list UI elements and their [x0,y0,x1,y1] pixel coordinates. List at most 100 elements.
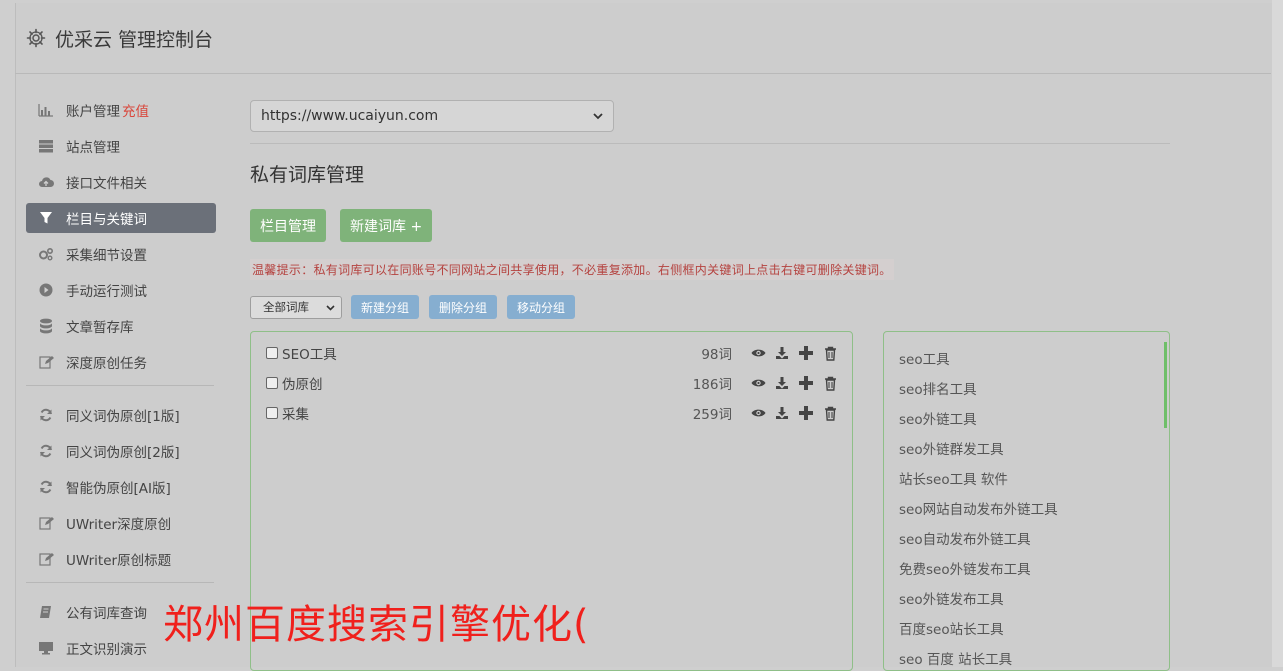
library-row: 采集 259词 [266,402,838,424]
library-name[interactable]: 采集 [282,403,693,423]
sidebar-item-label: 账户管理 [66,104,120,120]
plus-icon[interactable] [798,345,814,361]
sidebar-item-label: UWriter深度原创 [66,517,172,533]
refresh-icon [38,479,54,495]
trash-icon[interactable] [822,345,838,361]
library-row: 伪原创 186词 [266,372,838,394]
eye-icon[interactable] [750,375,766,391]
sidebar-item-label: 栏目与关键词 [66,212,147,228]
download-icon[interactable] [774,375,790,391]
keyword-item[interactable]: seo自动发布外链工具 [899,528,1031,548]
monitor-icon [38,640,54,656]
sidebar-item-deep-original[interactable]: 深度原创任务 [26,347,216,377]
sidebar-item-article-storage[interactable]: 文章暂存库 [26,311,216,341]
keyword-item[interactable]: seo外链工具 [899,408,977,428]
sidebar-item-uwriter-title[interactable]: UWriter原创标题 [26,544,216,574]
column-manage-button[interactable]: 栏目管理 [250,209,326,242]
delete-group-button[interactable]: 删除分组 [429,295,498,319]
refresh-icon [38,407,54,423]
eye-icon[interactable] [750,405,766,421]
window-scrollbar[interactable] [1272,0,1283,667]
library-count: 98词 [701,347,732,363]
app-title: 优采云 管理控制台 [55,28,214,51]
keyword-item[interactable]: seo排名工具 [899,378,977,398]
sidebar-item-label: 智能伪原创[AI版] [66,481,171,497]
library-count: 186词 [692,377,732,393]
library-filter-value: 全部词库 [263,300,309,314]
gear-icon [26,28,46,48]
keyword-item[interactable]: seo外链群发工具 [899,438,1004,458]
site-select[interactable]: https://www.ucaiyun.com [250,100,614,132]
plus-icon[interactable] [798,405,814,421]
keyword-item[interactable]: seo工具 [899,348,950,368]
new-group-button[interactable]: 新建分组 [351,295,420,319]
refresh-icon [38,443,54,459]
sidebar-item-collect-settings[interactable]: 采集细节设置 [26,239,216,269]
sidebar: 账户管理 充值 站点管理 接口文件相关 栏目与关键词 采集细节设置 手动运行测试… [26,95,216,669]
keyword-list-panel: seo工具 seo排名工具 seo外链工具 seo外链群发工具 站长seo工具 … [883,331,1170,671]
trash-icon[interactable] [822,375,838,391]
sidebar-item-label: 采集细节设置 [66,248,147,264]
sidebar-divider [26,385,214,386]
sidebar-item-label: 站点管理 [66,140,120,156]
sidebar-item-synonym-v2[interactable]: 同义词伪原创[2版] [26,436,216,466]
play-circle-icon [38,282,54,298]
sidebar-item-sites[interactable]: 站点管理 [26,131,216,161]
filter-icon [38,210,54,226]
gears-icon [38,246,54,262]
chart-icon [38,102,54,118]
sidebar-item-label: 正文识别演示 [66,642,147,658]
library-row: SEO工具 98词 [266,342,838,364]
sidebar-item-interface-files[interactable]: 接口文件相关 [26,167,216,197]
sidebar-item-label: 文章暂存库 [66,320,134,336]
library-filter-select[interactable]: 全部词库 [250,295,342,319]
sidebar-item-manual-run[interactable]: 手动运行测试 [26,275,216,305]
sidebar-item-label: 同义词伪原创[1版] [66,409,180,425]
trash-icon[interactable] [822,405,838,421]
keyword-item[interactable]: 百度seo站长工具 [899,618,1004,638]
divider [250,143,1170,144]
database-icon [38,318,54,334]
keyword-scrollbar[interactable] [1164,342,1167,428]
sidebar-divider [26,582,214,583]
keyword-item[interactable]: seo外链发布工具 [899,588,1004,608]
keyword-item[interactable]: 站长seo工具 软件 [899,468,1008,488]
library-count: 259词 [692,407,732,423]
new-library-button[interactable]: 新建词库 + [340,209,433,242]
book-icon [38,604,54,620]
sidebar-item-uwriter-deep[interactable]: UWriter深度原创 [26,508,216,538]
top-bar: 优采云 管理控制台 [15,3,1271,74]
download-icon[interactable] [774,405,790,421]
download-icon[interactable] [774,345,790,361]
site-select-value: https://www.ucaiyun.com [261,108,439,124]
edit-icon [38,551,54,567]
move-group-button[interactable]: 移动分组 [507,295,576,319]
page-title: 私有词库管理 [250,164,365,186]
library-checkbox[interactable] [266,377,278,389]
library-name[interactable]: 伪原创 [282,373,693,393]
sidebar-item-label: 接口文件相关 [66,176,147,192]
keyword-item[interactable]: 免费seo外链发布工具 [899,558,1031,578]
server-icon [38,138,54,154]
sidebar-item-synonym-v1[interactable]: 同义词伪原创[1版] [26,400,216,430]
sidebar-item-label: 同义词伪原创[2版] [66,445,180,461]
overlay-caption: 郑州百度搜索引擎优化( [163,602,590,648]
library-name[interactable]: SEO工具 [282,343,701,363]
sidebar-item-label: UWriter原创标题 [66,553,172,569]
sidebar-item-columns-keywords[interactable]: 栏目与关键词 [26,203,216,233]
library-checkbox[interactable] [266,407,278,419]
recharge-link[interactable]: 充值 [122,100,149,120]
keyword-item[interactable]: seo 百度 站长工具 [899,648,1012,668]
eye-icon[interactable] [750,345,766,361]
chevron-down-icon [326,300,335,314]
cloud-upload-icon [38,174,54,190]
library-checkbox[interactable] [266,347,278,359]
edit-icon [38,354,54,370]
tip-text: 温馨提示：私有词库可以在同账号不同网站之间共享使用，不必重复添加。右侧框内关键词… [250,259,894,280]
sidebar-item-account[interactable]: 账户管理 充值 [26,95,216,125]
keyword-item[interactable]: seo网站自动发布外链工具 [899,498,1058,518]
plus-icon[interactable] [798,375,814,391]
sidebar-item-ai-rewrite[interactable]: 智能伪原创[AI版] [26,472,216,502]
main-content: https://www.ucaiyun.com 私有词库管理 栏目管理 新建词库… [250,100,1170,319]
chevron-down-icon [593,108,603,124]
